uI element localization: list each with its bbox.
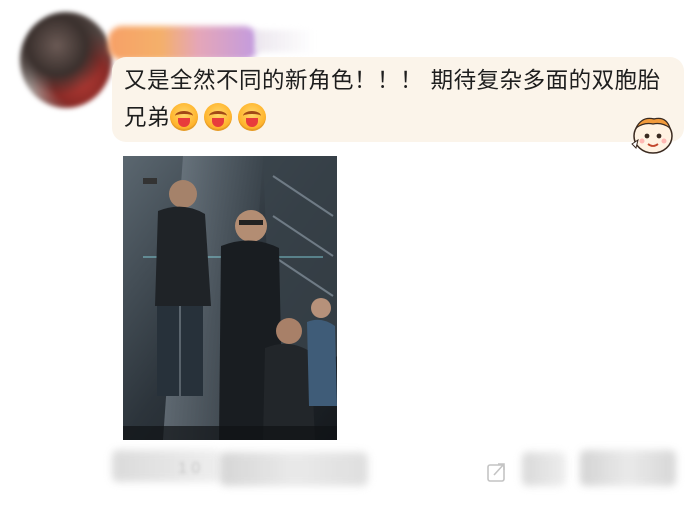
share-icon[interactable]	[486, 461, 508, 483]
footer-likes-blurred[interactable]	[580, 450, 676, 486]
footer-action-blurred[interactable]	[522, 452, 566, 486]
cartoon-sticker-icon	[631, 117, 673, 154]
avatar[interactable]	[20, 12, 112, 108]
footer-counter: 1 0	[178, 460, 201, 477]
username-blurred[interactable]	[108, 26, 258, 60]
comment-text-block: 又是全然不同的新角色！！！ 期待复杂多面的双胞胎兄弟	[124, 63, 664, 137]
footer-location-blurred	[220, 452, 368, 486]
movie-poster-image-icon	[123, 156, 337, 440]
footer-timestamp-blurred	[112, 450, 222, 482]
heart-eyes-emoji-icon	[204, 103, 233, 131]
heart-eyes-emoji-icon	[238, 103, 267, 131]
heart-eyes-emoji-icon	[170, 103, 199, 131]
username-blurred-tail	[255, 30, 315, 52]
comment-photo[interactable]	[123, 156, 337, 440]
